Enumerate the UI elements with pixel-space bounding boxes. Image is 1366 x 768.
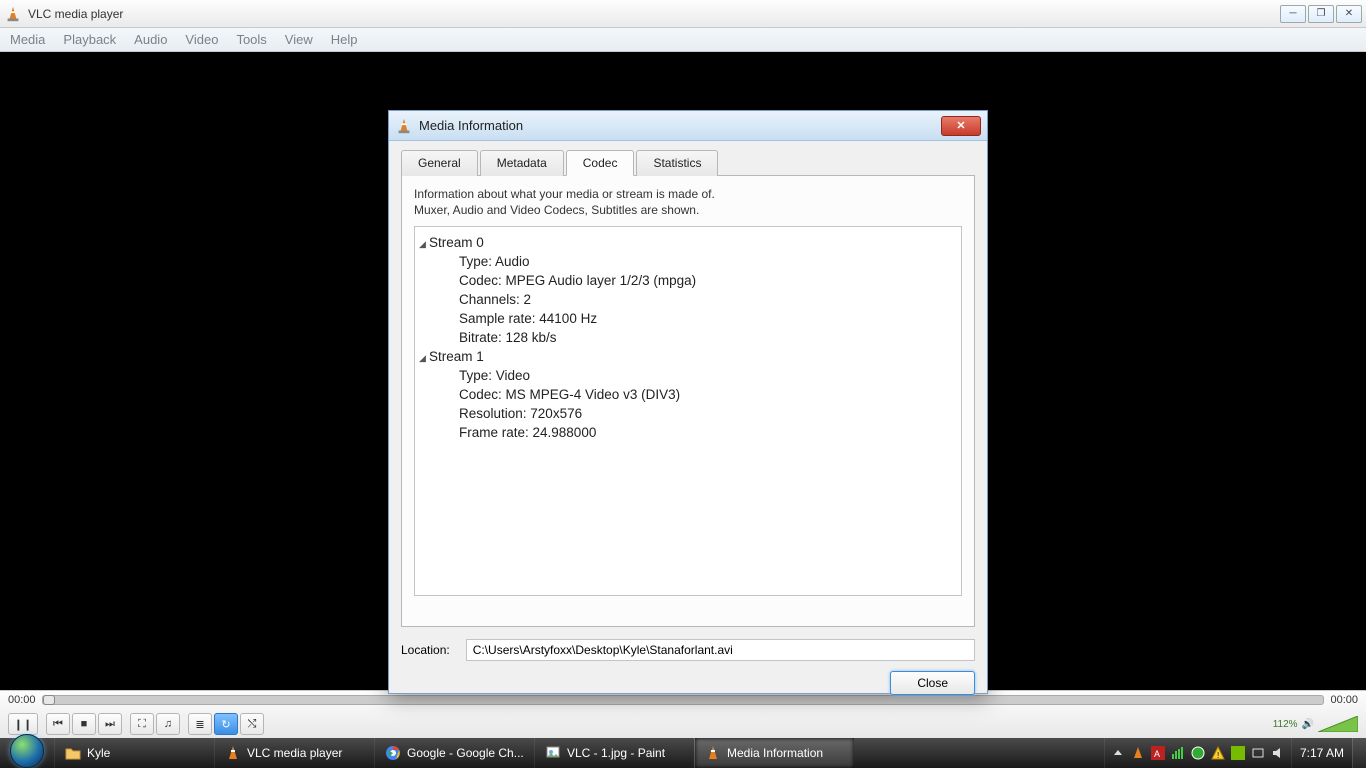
stream-1-codec[interactable]: Codec: MS MPEG-4 Video v3 (DIV3)	[419, 385, 957, 404]
codec-hint-line2: Muxer, Audio and Video Codecs, Subtitles…	[414, 202, 962, 218]
maximize-button[interactable]: ❐	[1308, 5, 1334, 23]
time-elapsed: 00:00	[8, 694, 36, 706]
menu-video[interactable]: Video	[185, 32, 218, 47]
tray-network-icon[interactable]	[1251, 746, 1265, 760]
dialog-tabs: General Metadata Codec Statistics	[401, 150, 975, 176]
menu-view[interactable]: View	[285, 32, 313, 47]
fullscreen-button[interactable]: ⛶	[130, 713, 154, 735]
tray-cone-icon[interactable]	[1131, 746, 1145, 760]
taskbar-item-kyle[interactable]: Kyle	[54, 738, 214, 768]
vlc-cone-icon	[4, 5, 22, 23]
stream-0-bitrate[interactable]: Bitrate: 128 kb/s	[419, 328, 957, 347]
tray-bars-icon[interactable]	[1171, 746, 1185, 760]
close-button[interactable]: Close	[890, 671, 975, 695]
loop-button[interactable]: ↻	[214, 713, 238, 735]
menu-tools[interactable]: Tools	[236, 32, 266, 47]
dialog-footer: Close	[401, 671, 975, 695]
media-information-dialog[interactable]: Media Information ✕ General Metadata Cod…	[388, 110, 988, 694]
stream-1-resolution[interactable]: Resolution: 720x576	[419, 404, 957, 423]
dialog-title: Media Information	[419, 118, 523, 133]
menu-audio[interactable]: Audio	[134, 32, 167, 47]
tab-statistics[interactable]: Statistics	[636, 150, 718, 176]
taskbar-item-label: VLC - 1.jpg - Paint	[567, 746, 665, 760]
taskbar-item-label: VLC media player	[247, 746, 342, 760]
chrome-icon	[385, 745, 401, 761]
next-button[interactable]: ⏭	[98, 713, 122, 735]
tab-codec[interactable]: Codec	[566, 150, 635, 176]
volume-percent: 112%	[1273, 719, 1298, 730]
paint-icon	[545, 745, 561, 761]
dialog-titlebar[interactable]: Media Information ✕	[389, 111, 987, 141]
tray-volume-icon[interactable]	[1271, 746, 1285, 760]
folder-icon	[65, 745, 81, 761]
taskbar: Kyle VLC media player Google - Google Ch…	[0, 738, 1366, 768]
prev-button[interactable]: ⏮	[46, 713, 70, 735]
codec-tree[interactable]: Stream 0 Type: Audio Codec: MPEG Audio l…	[414, 226, 962, 596]
system-tray[interactable]: A !	[1104, 738, 1291, 768]
ext-settings-button[interactable]: ♫	[156, 713, 180, 735]
time-total: 00:00	[1330, 694, 1358, 706]
tab-pane-codec: Information about what your media or str…	[401, 175, 975, 627]
svg-text:A: A	[1154, 749, 1160, 759]
taskbar-item-label: Media Information	[727, 746, 823, 760]
taskbar-item-vlc[interactable]: VLC media player	[214, 738, 374, 768]
volume-area: 112% 🔊	[1273, 716, 1358, 732]
vlc-cone-icon	[225, 745, 241, 761]
menu-playback[interactable]: Playback	[63, 32, 116, 47]
play-pause-button[interactable]: ❙❙	[8, 713, 38, 735]
location-row: Location:	[401, 639, 975, 661]
show-desktop-button[interactable]	[1352, 738, 1366, 768]
tab-general[interactable]: General	[401, 150, 478, 176]
stream-1-header[interactable]: Stream 1	[419, 347, 957, 366]
location-label: Location:	[401, 643, 450, 657]
close-window-button[interactable]: ✕	[1336, 5, 1362, 23]
tab-metadata[interactable]: Metadata	[480, 150, 564, 176]
dialog-close-button[interactable]: ✕	[941, 116, 981, 136]
svg-text:!: !	[1217, 751, 1219, 760]
stream-1-framerate[interactable]: Frame rate: 24.988000	[419, 423, 957, 442]
window-title: VLC media player	[28, 7, 123, 21]
taskbar-item-chrome[interactable]: Google - Google Ch...	[374, 738, 534, 768]
vlc-titlebar[interactable]: VLC media player ─ ❐ ✕	[0, 0, 1366, 28]
tray-gpu-icon[interactable]	[1231, 746, 1245, 760]
taskbar-clock[interactable]: 7:17 AM	[1291, 738, 1352, 768]
stop-button[interactable]: ■	[72, 713, 96, 735]
dialog-cone-icon	[395, 117, 413, 135]
stream-0-samplerate[interactable]: Sample rate: 44100 Hz	[419, 309, 957, 328]
windows-orb-icon	[10, 734, 44, 768]
taskbar-item-mediainfo[interactable]: Media Information	[694, 738, 854, 768]
menu-help[interactable]: Help	[331, 32, 358, 47]
window-controls: ─ ❐ ✕	[1280, 5, 1362, 23]
taskbar-item-label: Google - Google Ch...	[407, 746, 524, 760]
menubar: Media Playback Audio Video Tools View He…	[0, 28, 1366, 52]
stream-0-channels[interactable]: Channels: 2	[419, 290, 957, 309]
shuffle-button[interactable]: ⤭	[240, 713, 264, 735]
volume-slider[interactable]	[1318, 716, 1358, 732]
codec-hint: Information about what your media or str…	[414, 186, 962, 218]
dialog-body: General Metadata Codec Statistics Inform…	[389, 141, 987, 707]
close-x-icon: ✕	[956, 119, 965, 132]
minimize-button[interactable]: ─	[1280, 5, 1306, 23]
stream-0-header[interactable]: Stream 0	[419, 233, 957, 252]
stream-0-type[interactable]: Type: Audio	[419, 252, 957, 271]
stream-0-codec[interactable]: Codec: MPEG Audio layer 1/2/3 (mpga)	[419, 271, 957, 290]
taskbar-item-paint[interactable]: VLC - 1.jpg - Paint	[534, 738, 694, 768]
vlc-cone-icon	[705, 745, 721, 761]
playlist-button[interactable]: ≣	[188, 713, 212, 735]
start-button[interactable]	[0, 738, 54, 768]
tray-update-icon[interactable]	[1191, 746, 1205, 760]
speaker-icon[interactable]: 🔊	[1302, 719, 1314, 730]
tray-adobe-icon[interactable]: A	[1151, 746, 1165, 760]
location-input[interactable]	[466, 639, 975, 661]
tray-up-icon[interactable]	[1111, 746, 1125, 760]
tray-warning-icon[interactable]: !	[1211, 746, 1225, 760]
button-row: ❙❙ ⏮ ■ ⏭ ⛶ ♫ ≣ ↻ ⤭ 112% 🔊	[0, 709, 1366, 739]
stream-1-type[interactable]: Type: Video	[419, 366, 957, 385]
menu-media[interactable]: Media	[10, 32, 45, 47]
codec-hint-line1: Information about what your media or str…	[414, 186, 962, 202]
taskbar-item-label: Kyle	[87, 746, 110, 760]
